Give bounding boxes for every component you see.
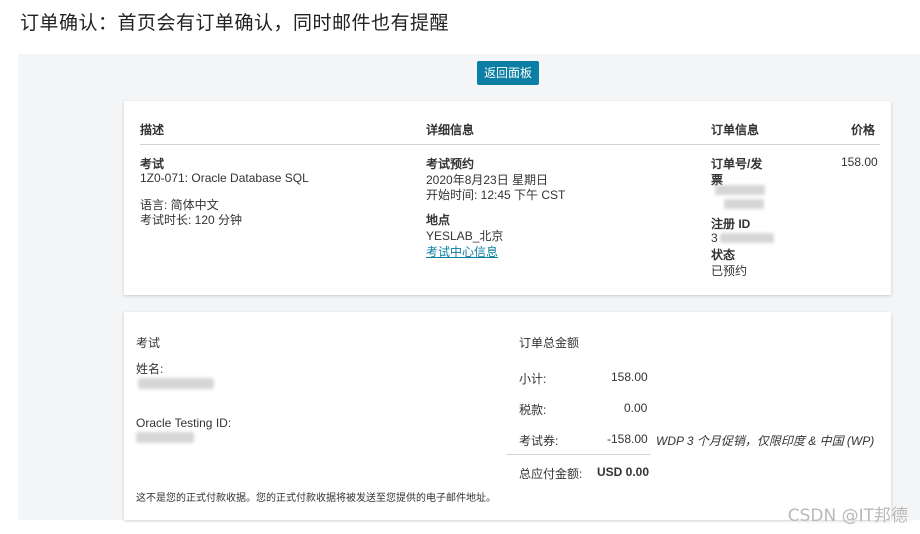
appointment-label: 考试预约 <box>426 157 475 171</box>
registration-id-partial: 3 <box>711 231 718 245</box>
exam-name: 1Z0-071: Oracle Database SQL <box>140 171 309 185</box>
exam-label: 考试 <box>140 157 165 171</box>
voucher-value: -158.00 <box>607 432 648 446</box>
order-page: 返回面板 描述 详细信息 订单信息 价格 考试 1Z0-071: Oracle … <box>18 54 920 520</box>
page-caption: 订单确认：首页会有订单确认，同时邮件也有提醒 <box>20 12 450 34</box>
tax-value: 0.00 <box>624 401 648 415</box>
csdn-watermark: CSDN @IT邦德 <box>787 506 908 526</box>
subtotal-value: 158.00 <box>611 370 648 384</box>
appointment-start-time: 开始时间: 12:45 下午 CST <box>426 188 566 202</box>
order-invoice-label: 订单号/发 <box>711 157 763 171</box>
total-due-label: 总应付金额: <box>519 467 583 481</box>
exam-price: 158.00 <box>841 155 878 169</box>
redacted-name <box>138 378 214 389</box>
redacted-order-number-2 <box>724 199 764 209</box>
status-label: 状态 <box>711 248 736 262</box>
order-details-card: 描述 详细信息 订单信息 价格 考试 1Z0-071: Oracle Datab… <box>124 101 891 295</box>
tax-label: 税款: <box>519 403 547 417</box>
payment-receipt-note: 这不是您的正式付款收据。您的正式付款收据将被发送至您提供的电子邮件地址。 <box>136 493 496 504</box>
header-price: 价格 <box>851 123 876 137</box>
name-label: 姓名: <box>136 362 164 376</box>
header-details: 详细信息 <box>426 123 475 137</box>
location-value: YESLAB_北京 <box>426 229 504 243</box>
total-divider <box>506 454 650 455</box>
redacted-registration-id <box>720 233 774 243</box>
header-divider <box>140 144 880 145</box>
redacted-testing-id <box>136 432 194 443</box>
header-description: 描述 <box>140 123 165 137</box>
voucher-promo-note: WDP 3 个月促销，仅限印度 & 中国 (WP) <box>656 434 875 448</box>
summary-exam-label: 考试 <box>136 336 161 350</box>
voucher-label: 考试券: <box>519 434 559 448</box>
registration-id-label: 注册 ID <box>711 217 751 231</box>
back-to-dashboard-button[interactable]: 返回面板 <box>477 61 539 85</box>
test-center-info-link[interactable]: 考试中心信息 <box>426 243 498 260</box>
order-summary-card: 考试 姓名: Oracle Testing ID: 这不是您的正式付款收据。您的… <box>124 312 891 520</box>
total-due-value: USD 0.00 <box>597 465 650 479</box>
testing-id-label: Oracle Testing ID: <box>136 416 232 430</box>
location-label: 地点 <box>426 213 451 227</box>
subtotal-label: 小计: <box>519 372 547 386</box>
redacted-order-number <box>715 185 765 195</box>
exam-duration: 考试时长: 120 分钟 <box>140 213 243 227</box>
status-value: 已预约 <box>711 264 748 278</box>
order-total-title: 订单总金额 <box>519 336 580 350</box>
header-order-info: 订单信息 <box>711 123 760 137</box>
